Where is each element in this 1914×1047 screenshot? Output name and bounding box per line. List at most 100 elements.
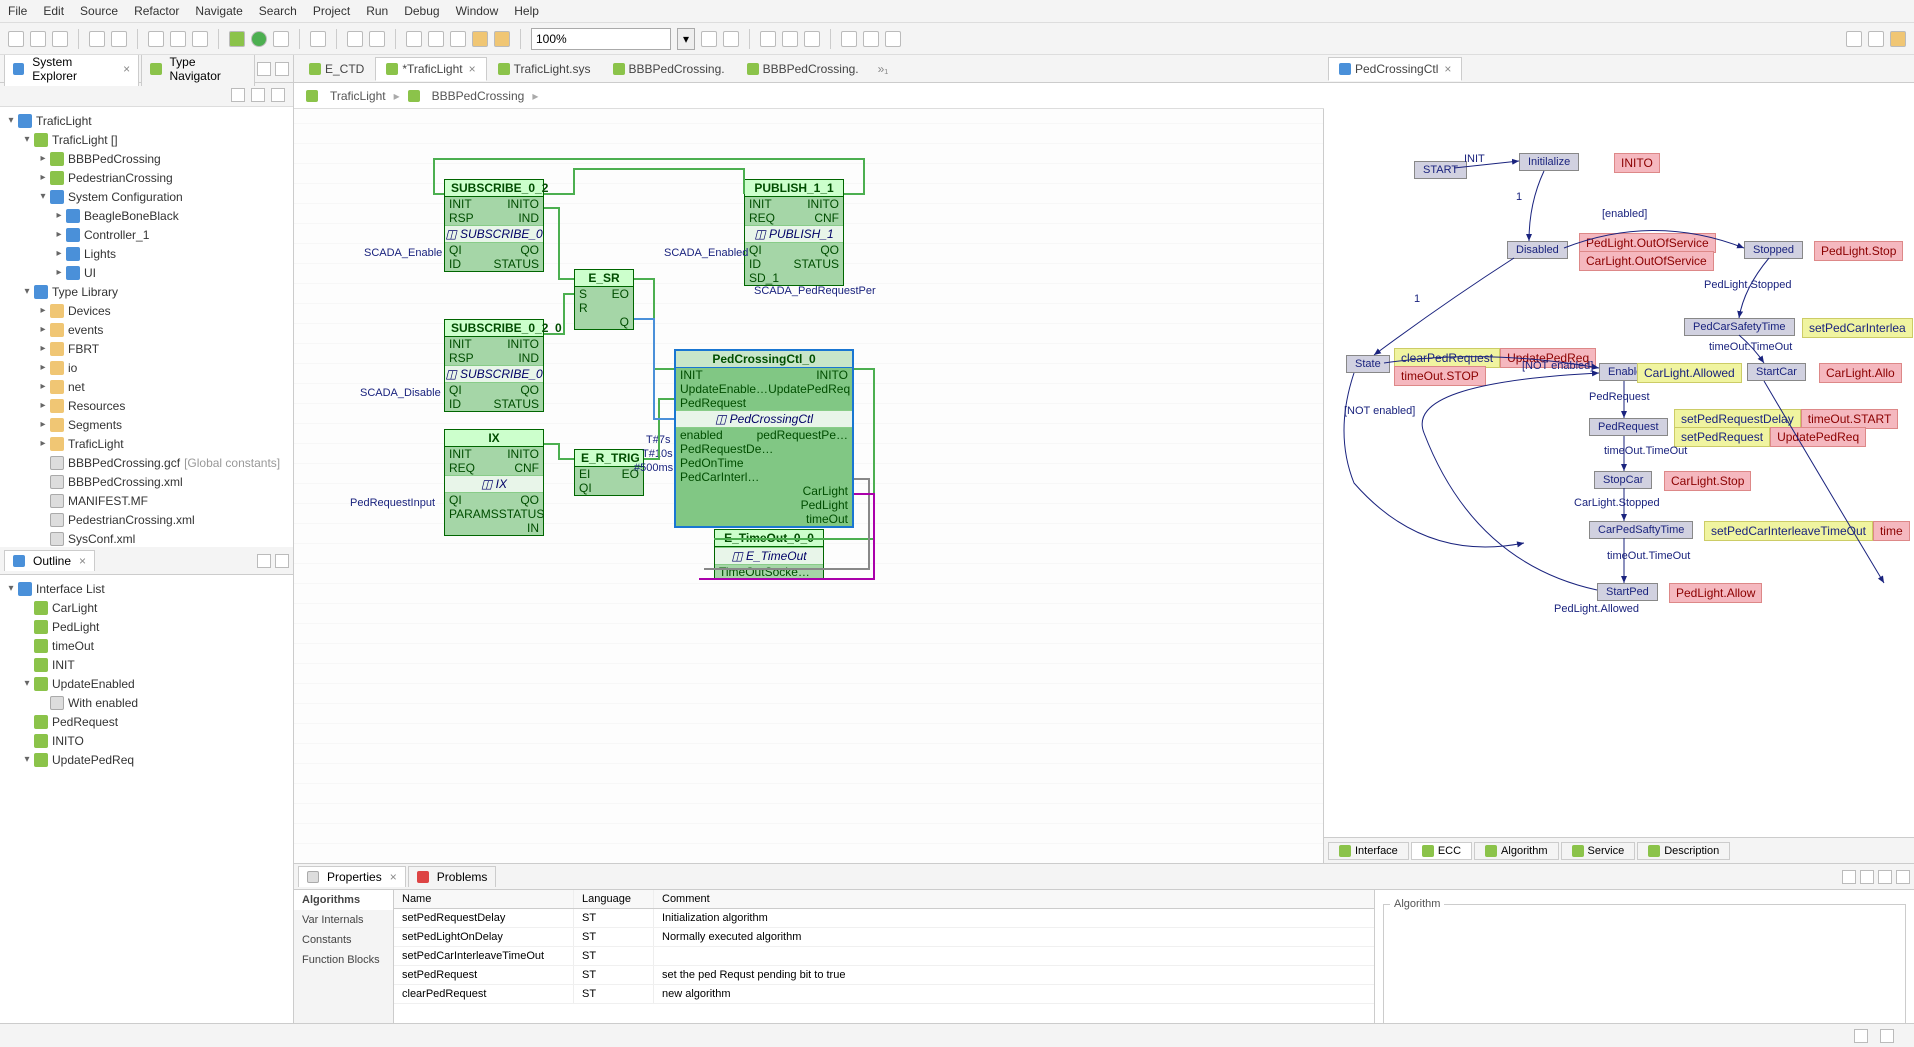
- dist1-icon[interactable]: [841, 31, 857, 47]
- menu-refactor[interactable]: Refactor: [134, 4, 179, 18]
- save-icon[interactable]: [30, 31, 46, 47]
- block-diagram-canvas[interactable]: SUBSCRIBE_0_2INITINITORSPIND◫ SUBSCRIBE_…: [294, 109, 1324, 863]
- state-action[interactable]: setPedCarInterleaveTimeOuttime: [1704, 521, 1910, 541]
- expander-icon[interactable]: ▸: [52, 210, 66, 221]
- tree-item[interactable]: SysConf.xml: [2, 529, 291, 547]
- close-icon[interactable]: ×: [469, 62, 476, 76]
- layout1-icon[interactable]: [406, 31, 422, 47]
- tree-item[interactable]: ▸BeagleBoneBlack: [2, 206, 291, 225]
- menu-debug[interactable]: Debug: [404, 4, 439, 18]
- collapse-icon[interactable]: [231, 88, 245, 102]
- tree-item[interactable]: ▸BBBPedCrossing: [2, 149, 291, 168]
- expander-icon[interactable]: ▸: [36, 305, 50, 316]
- table-row[interactable]: clearPedRequestSTnew algorithm: [394, 985, 1374, 1004]
- runconf-icon[interactable]: [273, 31, 289, 47]
- state-action[interactable]: INITO: [1614, 153, 1660, 173]
- tree-item[interactable]: ▸FBRT: [2, 339, 291, 358]
- stop-icon[interactable]: [494, 31, 510, 47]
- align2-icon[interactable]: [782, 31, 798, 47]
- expander-icon[interactable]: ▸: [36, 324, 50, 335]
- tree-item[interactable]: With enabled: [2, 693, 291, 712]
- function-block-esr[interactable]: E_SRSEORQ: [574, 269, 634, 330]
- search-global-icon[interactable]: [1846, 31, 1862, 47]
- breadcrumb-item[interactable]: BBBPedCrossing: [432, 89, 525, 103]
- table-row[interactable]: setPedRequestSTset the ped Requst pendin…: [394, 966, 1374, 985]
- tree-item[interactable]: ▸Segments: [2, 415, 291, 434]
- state-start[interactable]: START: [1414, 161, 1467, 179]
- state-stopped[interactable]: Stopped: [1744, 241, 1803, 259]
- nav-back-icon[interactable]: [347, 31, 363, 47]
- state-carpedsafty[interactable]: CarPedSaftyTime: [1589, 521, 1693, 539]
- menu-icon[interactable]: [1860, 870, 1874, 884]
- tree-item[interactable]: ▸io: [2, 358, 291, 377]
- tree-item[interactable]: PedRequest: [2, 712, 291, 731]
- state-startped[interactable]: StartPed: [1597, 583, 1658, 601]
- sidebar-algorithms[interactable]: Algorithms: [294, 890, 393, 910]
- maximize-icon[interactable]: [275, 62, 289, 76]
- system-explorer-tree[interactable]: ▾TraficLight▾TraficLight []▸BBBPedCrossi…: [0, 107, 293, 547]
- editor-tab[interactable]: TraficLight.sys: [487, 57, 602, 81]
- state-init[interactable]: Initilalize: [1519, 153, 1579, 171]
- tree-item[interactable]: MANIFEST.MF: [2, 491, 291, 510]
- state-action[interactable]: CarLight.OutOfService: [1579, 251, 1714, 271]
- state-action[interactable]: PedLight.Allow: [1669, 583, 1762, 603]
- layout3-icon[interactable]: [450, 31, 466, 47]
- menu-edit[interactable]: Edit: [43, 4, 64, 18]
- expander-icon[interactable]: ▸: [52, 248, 66, 259]
- tree-item[interactable]: BBBPedCrossing.xml: [2, 472, 291, 491]
- expander-icon[interactable]: ▾: [20, 286, 34, 297]
- function-block-sub020[interactable]: SUBSCRIBE_0_2_0INITINITORSPIND◫ SUBSCRIB…: [444, 319, 544, 412]
- close-icon[interactable]: ×: [1444, 62, 1451, 76]
- tree-item[interactable]: BBBPedCrossing.gcf[Global constants]: [2, 453, 291, 472]
- state-diagram-canvas[interactable]: STARTInitilalizeINITODisabledPedLight.Ou…: [1324, 83, 1914, 837]
- expander-icon[interactable]: ▸: [36, 343, 50, 354]
- debug-icon[interactable]: [229, 31, 245, 47]
- function-block-sub02[interactable]: SUBSCRIBE_0_2INITINITORSPIND◫ SUBSCRIBE_…: [444, 179, 544, 272]
- copy-icon[interactable]: [170, 31, 186, 47]
- minimize-icon[interactable]: [257, 62, 271, 76]
- state-pedcarsafety[interactable]: PedCarSafetyTime: [1684, 318, 1795, 336]
- outline-tree[interactable]: ▾Interface ListCarLightPedLighttimeOutIN…: [0, 575, 293, 1023]
- link-icon[interactable]: [251, 88, 265, 102]
- cut-icon[interactable]: [148, 31, 164, 47]
- tab-problems[interactable]: Problems: [408, 866, 497, 887]
- table-row[interactable]: setPedCarInterleaveTimeOutST: [394, 947, 1374, 966]
- tree-item[interactable]: ▾System Configuration: [2, 187, 291, 206]
- state-disabled[interactable]: Disabled: [1507, 241, 1568, 259]
- new-prop-icon[interactable]: [1842, 870, 1856, 884]
- state-action[interactable]: timeOut.STOP: [1394, 366, 1486, 386]
- maximize-icon[interactable]: [1896, 870, 1910, 884]
- tree-item[interactable]: CarLight: [2, 598, 291, 617]
- expander-icon[interactable]: ▸: [36, 153, 50, 164]
- expander-icon[interactable]: ▾: [36, 191, 50, 202]
- status-icon-1[interactable]: [1854, 1029, 1868, 1043]
- expander-icon[interactable]: ▾: [4, 583, 18, 594]
- expander-icon[interactable]: ▸: [36, 172, 50, 183]
- new-icon[interactable]: [8, 31, 24, 47]
- tree-item[interactable]: ▾Type Library: [2, 282, 291, 301]
- perspective2-icon[interactable]: [1890, 31, 1906, 47]
- tree-item[interactable]: ▸PedestrianCrossing: [2, 168, 291, 187]
- tree-item[interactable]: ▾Interface List: [2, 579, 291, 598]
- function-block-etime[interactable]: E_TimeOut_0_0◫ E_TimeOutTimeOutSocke…: [714, 529, 824, 580]
- expander-icon[interactable]: ▸: [36, 438, 50, 449]
- state-action[interactable]: PedLight.Stop: [1814, 241, 1903, 261]
- tree-item[interactable]: ▸Resources: [2, 396, 291, 415]
- expander-icon[interactable]: ▸: [36, 381, 50, 392]
- function-block-pub[interactable]: PUBLISH_1_1INITINITOREQCNF◫ PUBLISH_1QIQ…: [744, 179, 844, 286]
- bottom-tab-algorithm[interactable]: Algorithm: [1474, 842, 1558, 860]
- menu-file[interactable]: File: [8, 4, 27, 18]
- tree-item[interactable]: INITO: [2, 731, 291, 750]
- maximize-icon[interactable]: [275, 554, 289, 568]
- tree-item[interactable]: ▸events: [2, 320, 291, 339]
- breadcrumb-item[interactable]: TraficLight: [330, 89, 386, 103]
- state-stopcar[interactable]: StopCar: [1594, 471, 1652, 489]
- col-comment[interactable]: Comment: [654, 890, 1374, 908]
- menu-search[interactable]: Search: [259, 4, 297, 18]
- state-action[interactable]: setPedRequestUpdatePedReq: [1674, 427, 1866, 447]
- tab-system-explorer[interactable]: System Explorer ×: [4, 55, 139, 86]
- table-row[interactable]: setPedLightOnDelaySTNormally executed al…: [394, 928, 1374, 947]
- tab-properties[interactable]: Properties ×: [298, 866, 406, 887]
- expander-icon[interactable]: ▸: [36, 419, 50, 430]
- expander-icon[interactable]: ▸: [52, 229, 66, 240]
